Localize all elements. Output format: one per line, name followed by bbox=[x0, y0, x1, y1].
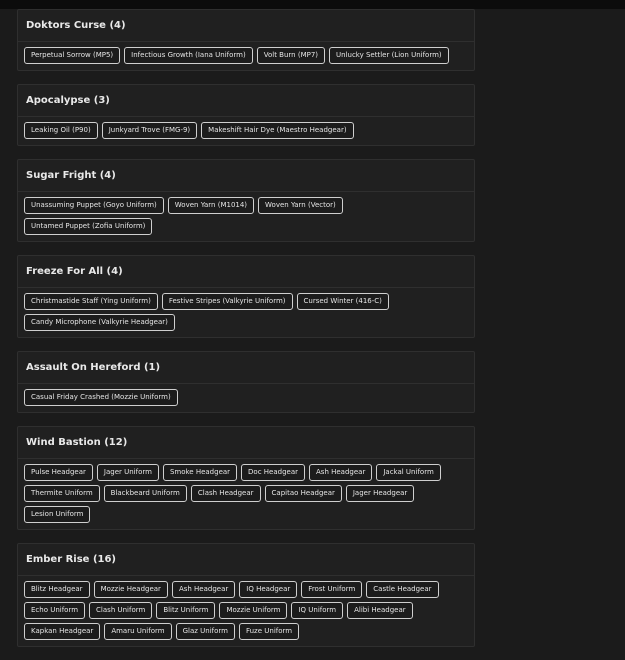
section-title: Apocalypse (3) bbox=[18, 85, 474, 117]
item-chip[interactable]: Untamed Puppet (Zofia Uniform) bbox=[24, 218, 153, 235]
item-chip[interactable]: Clash Headgear bbox=[190, 485, 261, 502]
item-chip[interactable]: Smoke Headgear bbox=[162, 464, 238, 481]
item-chip[interactable]: Glaz Uniform bbox=[175, 623, 235, 640]
section-items: Perpetual Sorrow (MP5) Infectious Growth… bbox=[18, 42, 474, 70]
section-title: Sugar Fright (4) bbox=[18, 160, 474, 192]
item-chip[interactable]: Unassuming Puppet (Goyo Uniform) bbox=[24, 197, 164, 214]
item-chip[interactable]: Candy Microphone (Valkyrie Headgear) bbox=[24, 314, 175, 331]
item-chip[interactable]: Ash Headgear bbox=[309, 464, 373, 481]
item-chip[interactable]: Thermite Uniform bbox=[24, 485, 100, 502]
item-chip[interactable]: Festive Stripes (Valkyrie Uniform) bbox=[161, 293, 293, 310]
top-bar bbox=[0, 0, 625, 9]
item-chip[interactable]: Junkyard Trove (FMG-9) bbox=[101, 122, 198, 139]
section-title: Ember Rise (16) bbox=[18, 544, 474, 576]
section-card: Wind Bastion (12) Pulse Headgear Jager U… bbox=[17, 426, 475, 530]
section-title: Freeze For All (4) bbox=[18, 256, 474, 288]
item-chip[interactable]: Amaru Uniform bbox=[104, 623, 172, 640]
section-items: Leaking Oil (P90) Junkyard Trove (FMG-9)… bbox=[18, 117, 474, 145]
item-chip[interactable]: Capitao Headgear bbox=[264, 485, 342, 502]
item-chip[interactable]: Blackbeard Uniform bbox=[103, 485, 187, 502]
section-items: Blitz Headgear Mozzie Headgear Ash Headg… bbox=[18, 576, 474, 646]
item-chip[interactable]: Doc Headgear bbox=[241, 464, 306, 481]
item-chip[interactable]: Blitz Headgear bbox=[24, 581, 90, 598]
section-items: Unassuming Puppet (Goyo Uniform) Woven Y… bbox=[18, 192, 474, 241]
section-card: Doktors Curse (4) Perpetual Sorrow (MP5)… bbox=[17, 9, 475, 71]
item-chip[interactable]: Clash Uniform bbox=[89, 602, 153, 619]
item-chip[interactable]: Pulse Headgear bbox=[24, 464, 93, 481]
section-card: Sugar Fright (4) Unassuming Puppet (Goyo… bbox=[17, 159, 475, 242]
item-chip[interactable]: Lesion Uniform bbox=[24, 506, 91, 523]
item-chip[interactable]: Frost Uniform bbox=[301, 581, 363, 598]
event-list: Doktors Curse (4) Perpetual Sorrow (MP5)… bbox=[17, 9, 475, 660]
item-chip[interactable]: Castle Headgear bbox=[366, 581, 439, 598]
item-chip[interactable]: Woven Yarn (Vector) bbox=[258, 197, 343, 214]
item-chip[interactable]: Ash Headgear bbox=[171, 581, 236, 598]
section-title: Assault On Hereford (1) bbox=[18, 352, 474, 384]
item-chip[interactable]: Leaking Oil (P90) bbox=[24, 122, 98, 139]
section-title: Doktors Curse (4) bbox=[18, 10, 474, 42]
section-card: Assault On Hereford (1) Casual Friday Cr… bbox=[17, 351, 475, 413]
item-chip[interactable]: Perpetual Sorrow (MP5) bbox=[24, 47, 121, 64]
item-chip[interactable]: Makeshift Hair Dye (Maestro Headgear) bbox=[201, 122, 354, 139]
item-chip[interactable]: Cursed Winter (416-C) bbox=[296, 293, 389, 310]
item-chip[interactable]: IQ Headgear bbox=[239, 581, 298, 598]
section-items: Christmastide Staff (Ying Uniform) Festi… bbox=[18, 288, 474, 337]
section-items: Pulse Headgear Jager Uniform Smoke Headg… bbox=[18, 459, 474, 529]
section-card: Apocalypse (3) Leaking Oil (P90) Junkyar… bbox=[17, 84, 475, 146]
item-chip[interactable]: Jager Uniform bbox=[96, 464, 159, 481]
item-chip[interactable]: Unlucky Settler (Lion Uniform) bbox=[329, 47, 449, 64]
item-chip[interactable]: Fuze Uniform bbox=[238, 623, 300, 640]
section-items: Casual Friday Crashed (Mozzie Uniform) bbox=[18, 384, 474, 412]
item-chip[interactable]: Volt Burn (MP7) bbox=[256, 47, 326, 64]
item-chip[interactable]: Mozzie Uniform bbox=[219, 602, 288, 619]
item-chip[interactable]: Kapkan Headgear bbox=[24, 623, 101, 640]
item-chip[interactable]: Christmastide Staff (Ying Uniform) bbox=[24, 293, 158, 310]
item-chip[interactable]: Infectious Growth (Iana Uniform) bbox=[124, 47, 253, 64]
item-chip[interactable]: Alibi Headgear bbox=[347, 602, 413, 619]
section-title: Wind Bastion (12) bbox=[18, 427, 474, 459]
item-chip[interactable]: Blitz Uniform bbox=[156, 602, 216, 619]
item-chip[interactable]: Mozzie Headgear bbox=[93, 581, 168, 598]
item-chip[interactable]: Jager Headgear bbox=[345, 485, 415, 502]
item-chip[interactable]: IQ Uniform bbox=[291, 602, 344, 619]
item-chip[interactable]: Jackal Uniform bbox=[376, 464, 441, 481]
section-card: Ember Rise (16) Blitz Headgear Mozzie He… bbox=[17, 543, 475, 647]
item-chip[interactable]: Echo Uniform bbox=[24, 602, 86, 619]
item-chip[interactable]: Woven Yarn (M1014) bbox=[167, 197, 255, 214]
item-chip[interactable]: Casual Friday Crashed (Mozzie Uniform) bbox=[24, 389, 178, 406]
section-card: Freeze For All (4) Christmastide Staff (… bbox=[17, 255, 475, 338]
